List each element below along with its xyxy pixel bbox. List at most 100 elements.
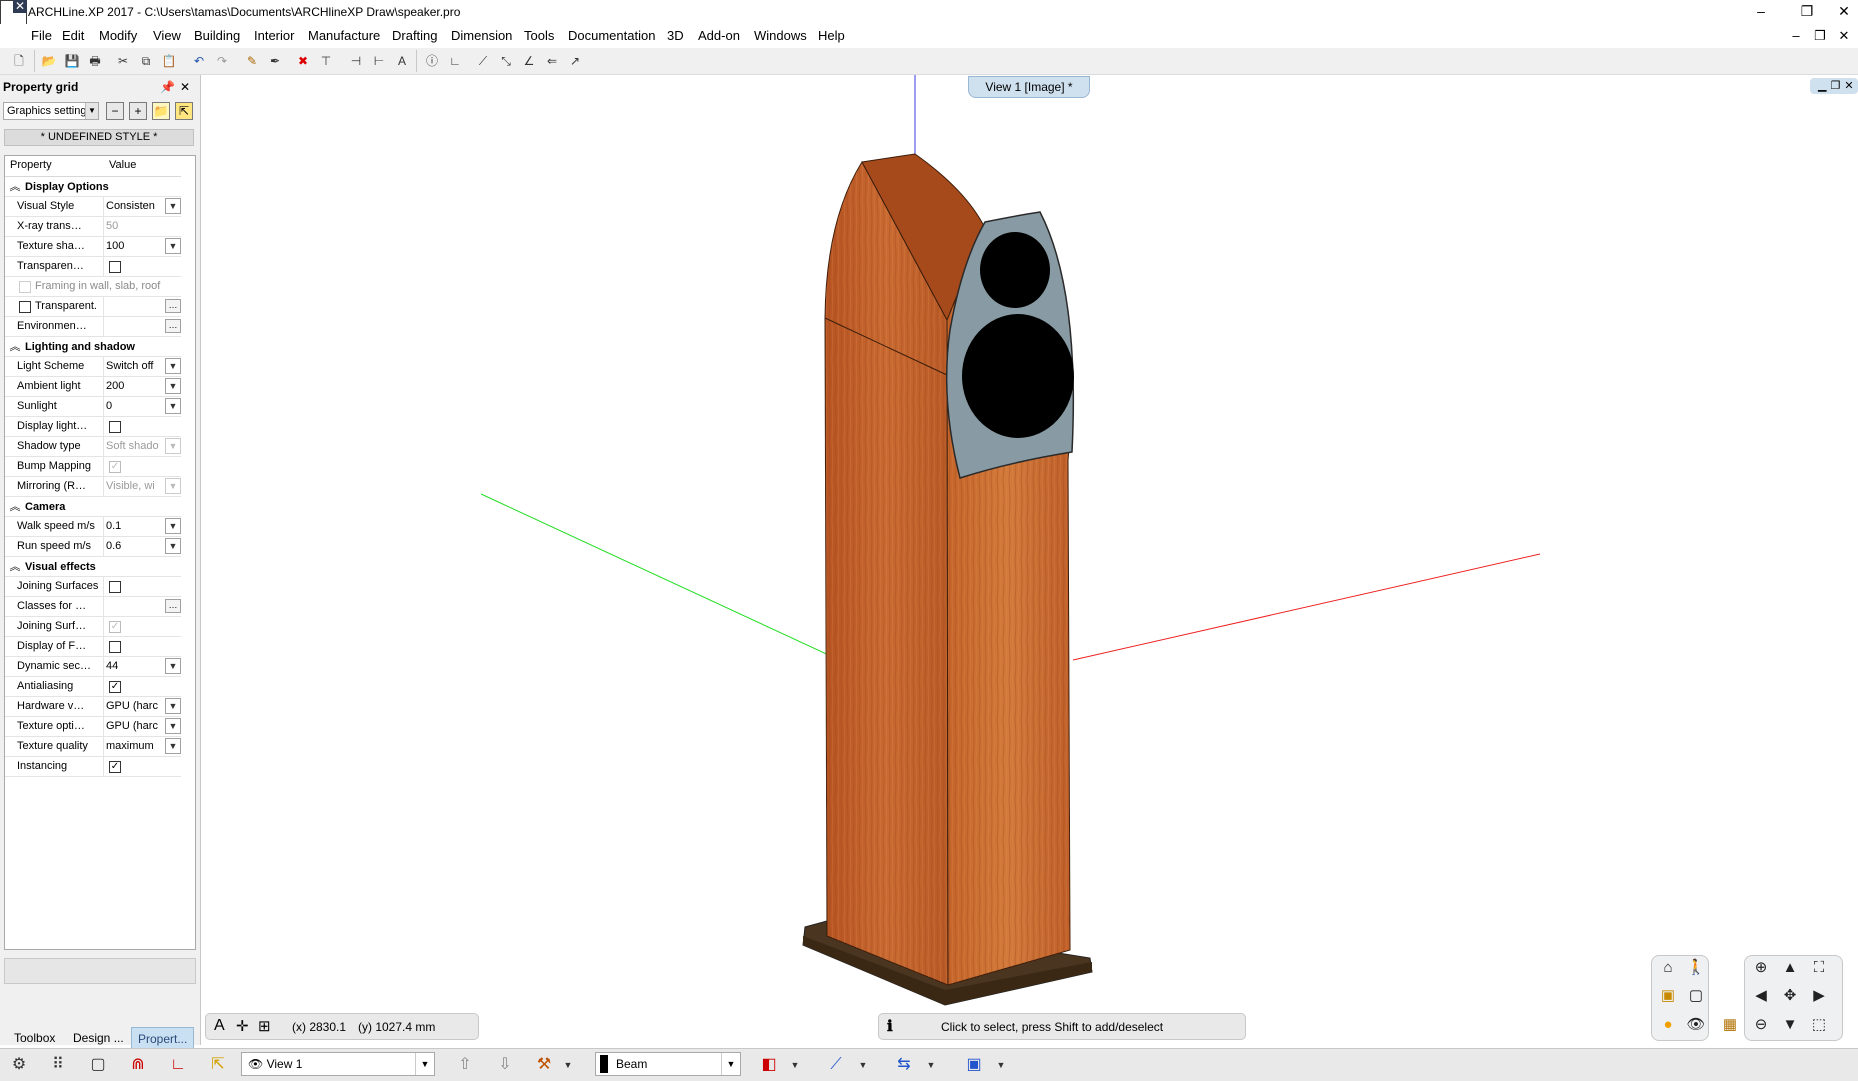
table-row[interactable]: Antialiasing ✓ <box>5 677 181 697</box>
checkbox[interactable]: ✓ <box>109 461 121 473</box>
tab-toolbox[interactable]: Toolbox <box>8 1027 61 1049</box>
table-row[interactable]: Mirroring (R… Visible, wi ▼ <box>5 477 181 497</box>
cube-icon[interactable]: ▣ <box>1656 985 1680 1007</box>
light-icon[interactable]: ● <box>1656 1014 1680 1036</box>
minimize-button[interactable]: – <box>1738 0 1784 22</box>
table-row[interactable]: Sunlight 0 ▼ <box>5 397 181 417</box>
settings-gear-icon[interactable]: ⚙ <box>5 1052 33 1078</box>
folder-icon[interactable]: 📁 <box>152 102 170 120</box>
category-visual-effects[interactable]: ︽ Visual effects <box>5 557 181 577</box>
menu-help[interactable]: Help <box>818 28 845 43</box>
chevron-down-icon[interactable]: ▼ <box>165 538 181 554</box>
checkbox[interactable] <box>109 641 121 653</box>
ellipsis-button[interactable]: … <box>165 299 181 313</box>
text-cursor-icon[interactable]: A <box>214 1017 225 1035</box>
tab-design[interactable]: Design ... <box>67 1027 130 1049</box>
checkbox[interactable]: ✓ <box>109 681 121 693</box>
chevron-down-icon[interactable]: ▼ <box>165 358 181 374</box>
chevron-down-icon[interactable]: ▼ <box>165 478 181 494</box>
eyedropper-icon[interactable]: ✎ <box>243 52 261 70</box>
checkbox[interactable] <box>109 581 121 593</box>
save-icon[interactable]: 💾 <box>63 52 81 70</box>
angle-icon[interactable]: ∟ <box>446 52 464 70</box>
undo-icon[interactable]: ↶ <box>190 52 208 70</box>
zoom-in-icon[interactable]: ⊕ <box>1749 957 1773 979</box>
grid-icon[interactable]: ▦ <box>1721 1014 1739 1036</box>
menu-modify[interactable]: Modify <box>99 28 137 43</box>
pan-right-icon[interactable]: ▶ <box>1807 985 1831 1007</box>
restore-icon[interactable]: ❐ <box>1830 80 1840 92</box>
view-window-controls[interactable]: ▁ ❐ ✕ <box>1810 78 1858 94</box>
table-row[interactable]: Transparent.… <box>5 297 181 317</box>
table-row[interactable]: Dynamic sec… 44 ▼ <box>5 657 181 677</box>
menu-interior[interactable]: Interior <box>254 28 294 43</box>
select-icon[interactable]: ⇱ <box>175 102 193 120</box>
trim-icon[interactable]: ⊤ <box>317 52 335 70</box>
arrow-left-icon[interactable]: ⇐ <box>543 52 561 70</box>
chevron-down-icon[interactable]: ▼ <box>165 438 181 454</box>
pan-up-icon[interactable]: ▲ <box>1778 957 1802 979</box>
table-row[interactable]: Classes for …… <box>5 597 181 617</box>
bisect-icon[interactable]: ∠ <box>520 52 538 70</box>
close-button[interactable]: ✕ <box>1830 0 1858 22</box>
menu-manufacture[interactable]: Manufacture <box>308 28 380 43</box>
zoom-out-icon[interactable]: ⊖ <box>1749 1014 1773 1036</box>
menu-file[interactable]: File <box>31 28 52 43</box>
pin-icon[interactable]: 📌 <box>160 80 175 94</box>
table-row[interactable]: Hardware v… GPU (harc ▼ <box>5 697 181 717</box>
copy-icon[interactable]: ⧉ <box>137 52 155 70</box>
checkbox[interactable] <box>19 281 31 293</box>
settings-combo[interactable]: Graphics setting ▼ <box>3 102 99 120</box>
grid-dots-icon[interactable]: ⠿ <box>44 1052 72 1078</box>
zoom-window-icon[interactable]: ⬚ <box>1807 1014 1831 1036</box>
chevron-down-icon[interactable]: ▼ <box>165 698 181 714</box>
table-row[interactable]: Display of F… <box>5 637 181 657</box>
zoom-window-icon[interactable]: ⊞ <box>258 1017 271 1035</box>
table-row[interactable]: Walk speed m/s 0.1 ▼ <box>5 517 181 537</box>
table-row[interactable]: X-ray trans… 50 <box>5 217 181 237</box>
select-cursor-icon[interactable]: ⇱ <box>204 1052 232 1078</box>
pan-left-icon[interactable]: ◀ <box>1749 985 1773 1007</box>
3d-viewport[interactable] <box>202 75 1858 1045</box>
expand-button[interactable]: + <box>129 102 147 120</box>
new-icon[interactable]: 🗋 <box>10 52 28 70</box>
table-row[interactable]: Visual Style Consisten ▼ <box>5 197 181 217</box>
mdi-close-button[interactable]: ✕ <box>1835 28 1853 44</box>
table-row[interactable]: Joining Surf… ✓ <box>5 617 181 637</box>
close-icon[interactable]: ✕ <box>13 0 27 13</box>
direction-icon[interactable]: ↗ <box>566 52 584 70</box>
table-row[interactable]: Transparen… <box>5 257 181 277</box>
table-row[interactable]: Framing in wall, slab, roof <box>5 277 181 297</box>
arrow-down-icon[interactable]: ⇩ <box>490 1052 520 1078</box>
ellipsis-button[interactable]: … <box>165 599 181 613</box>
distance-icon[interactable]: ⤡ <box>497 52 515 70</box>
zoom-extents-icon[interactable]: ⛶ <box>1807 957 1831 979</box>
redo-icon[interactable]: ↷ <box>213 52 231 70</box>
menu-windows[interactable]: Windows <box>754 28 807 43</box>
chevron-down-icon[interactable]: ▼ <box>165 398 181 414</box>
tab-view-1[interactable]: View 1 [Image] * <box>968 76 1090 98</box>
menu-3d[interactable]: 3D <box>667 28 684 43</box>
arrows-icon[interactable]: ⇆ <box>890 1052 918 1078</box>
chevron-down-icon[interactable]: ▼ <box>560 1052 576 1078</box>
table-row[interactable]: Texture sha… 100 ▼ <box>5 237 181 257</box>
checkbox[interactable] <box>109 261 121 273</box>
minimize-icon[interactable]: ▁ <box>1818 80 1826 92</box>
menu-documentation[interactable]: Documentation <box>568 28 655 43</box>
menu-view[interactable]: View <box>153 28 181 43</box>
mdi-minimize-button[interactable]: – <box>1787 28 1805 43</box>
table-row[interactable]: Display light… <box>5 417 181 437</box>
chevron-down-icon[interactable]: ▼ <box>993 1052 1009 1078</box>
menu-addon[interactable]: Add-on <box>698 28 740 43</box>
chevron-down-icon[interactable]: ▼ <box>165 518 181 534</box>
measure-icon[interactable]: ⟋ <box>474 52 492 70</box>
checkbox[interactable]: ✓ <box>109 761 121 773</box>
frame-icon[interactable]: ▢ <box>84 1052 112 1078</box>
chevron-down-icon[interactable]: ▼ <box>165 718 181 734</box>
paste-icon[interactable]: 📋 <box>160 52 178 70</box>
eye-icon[interactable]: 👁 <box>1684 1014 1708 1036</box>
chevron-down-icon[interactable]: ▼ <box>165 198 181 214</box>
category-camera[interactable]: ︽ Camera <box>5 497 181 517</box>
restore-button[interactable]: ❐ <box>1784 0 1830 22</box>
layer-icon[interactable]: ◧ <box>755 1052 783 1078</box>
